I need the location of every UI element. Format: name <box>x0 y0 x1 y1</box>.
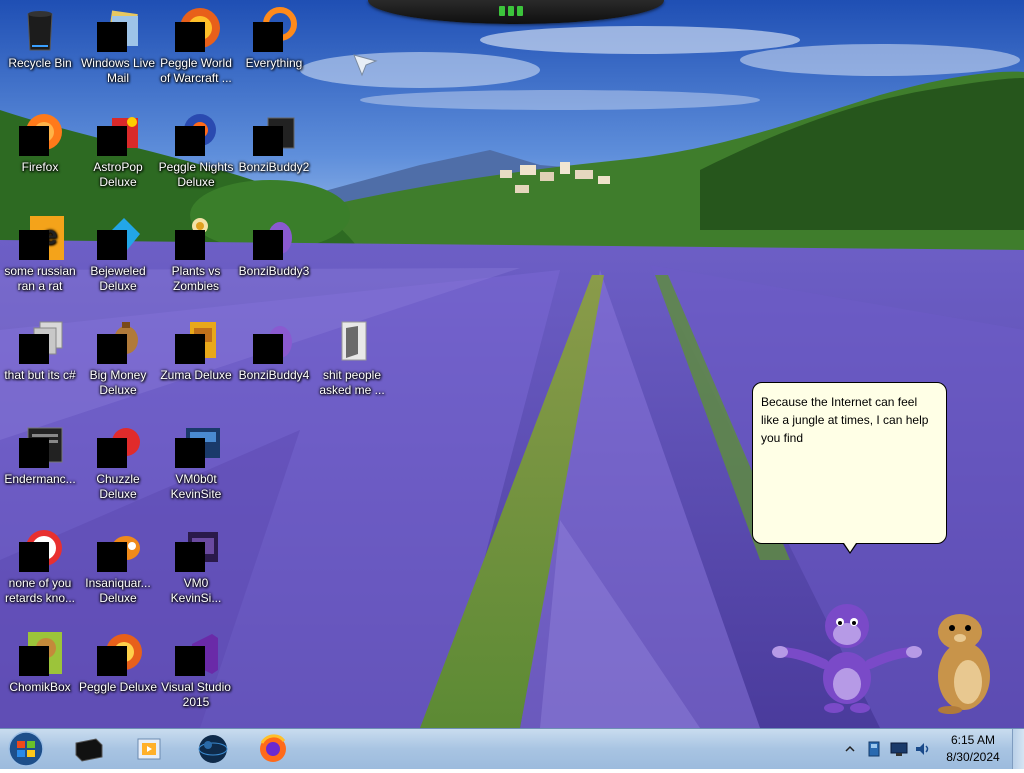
dock-indicator-icon <box>498 6 524 16</box>
speech-bubble-text: Because the Internet can feel like a jun… <box>761 395 929 445</box>
recycle-bin-icon <box>16 6 64 54</box>
media-player-icon <box>75 738 103 762</box>
mouse-cursor-icon <box>353 54 378 77</box>
peggle-nights-icon <box>172 110 220 158</box>
desktop-icon-astropop[interactable]: AstroPop Deluxe <box>78 110 158 190</box>
desktop-icon-windows-live-mail[interactable]: Windows Live Mail <box>78 6 158 86</box>
desktop-icon-big-money[interactable]: Big Money Deluxe <box>78 318 158 398</box>
desktop-icon-peggle-nights[interactable]: Peggle Nights Deluxe <box>156 110 236 190</box>
clock-time: 6:15 AM <box>950 733 996 747</box>
desktop-icon-endermanc[interactable]: Endermanc... <box>0 422 80 487</box>
insaniquarium-icon <box>94 526 142 574</box>
taskbar-clock[interactable]: 6:15 AM 8/30/2024 <box>940 732 1006 766</box>
desktop-icon-peggle-deluxe[interactable]: Peggle Deluxe <box>78 630 158 695</box>
app-window-icon <box>16 422 64 470</box>
peggle-deluxe-icon <box>94 630 142 678</box>
desktop-icon-chuzzle[interactable]: Chuzzle Deluxe <box>78 422 158 502</box>
everything-search-icon <box>250 6 298 54</box>
slideshow-icon <box>137 738 161 760</box>
clock-date: 8/30/2024 <box>946 750 1000 764</box>
bonzibuddy-character[interactable] <box>772 596 922 716</box>
bonzibuddy-folder-icon <box>250 110 298 158</box>
vm-icon <box>172 526 220 574</box>
app-icon <box>16 526 64 574</box>
folder-icon <box>328 318 376 366</box>
monitor-icon[interactable] <box>890 741 908 757</box>
desktop-icon-shit-people-asked-me[interactable]: shit people asked me ... <box>312 318 392 398</box>
chuzzle-icon <box>94 422 142 470</box>
bonzibuddy-icon <box>250 318 298 366</box>
desktop-icon-recycle-bin[interactable]: Recycle Bin <box>0 6 80 71</box>
bonzibuddy-icon <box>250 214 298 262</box>
desktop-icon-bejeweled[interactable]: Bejeweled Deluxe <box>78 214 158 294</box>
desktop-icon-bonzibuddy3[interactable]: BonziBuddy3 <box>234 214 314 279</box>
volume-icon[interactable] <box>914 740 932 758</box>
plants-vs-zombies-icon <box>172 214 220 262</box>
windows-start-icon <box>8 731 44 767</box>
taskbar-pin-media-player[interactable] <box>72 733 106 765</box>
desktop-icon-insaniquarium[interactable]: Insaniquar... Deluxe <box>78 526 158 606</box>
windows-live-mail-icon <box>94 6 142 54</box>
desktop-icon-vm0b0t-kevinsite[interactable]: VM0b0t KevinSite <box>156 422 236 502</box>
taskbar: 6:15 AM 8/30/2024 <box>0 728 1024 769</box>
desktop-icon-chomikbox[interactable]: ChomikBox <box>0 630 80 695</box>
taskbar-pin-firefox[interactable] <box>256 733 290 765</box>
astropop-icon <box>94 110 142 158</box>
desktop-icon-peggle-world-of-warcraft[interactable]: Peggle World of Warcraft ... <box>156 6 236 86</box>
chomikbox-icon <box>16 630 64 678</box>
desktop-icon-plants-vs-zombies[interactable]: Plants vs Zombies <box>156 214 236 294</box>
visual-studio-icon <box>172 630 220 678</box>
vm-icon <box>172 422 220 470</box>
desktop-icon-firefox[interactable]: Firefox <box>0 110 80 175</box>
bejeweled-icon <box>94 214 142 262</box>
bonzi-speech-bubble[interactable]: Because the Internet can feel like a jun… <box>752 382 947 554</box>
desktop-icon-that-but-its-c[interactable]: that but its c# <box>0 318 80 383</box>
desktop-icon-bonzibuddy2[interactable]: BonziBuddy2 <box>234 110 314 175</box>
desktop-icon-bonzibuddy4[interactable]: BonziBuddy4 <box>234 318 314 383</box>
file-icon: e <box>16 214 64 262</box>
show-desktop-button[interactable] <box>1012 729 1024 769</box>
big-money-icon <box>94 318 142 366</box>
desktop-icon-visual-studio[interactable]: Visual Studio 2015 <box>156 630 236 710</box>
files-stack-icon <box>16 318 64 366</box>
taskbar-pin-globe[interactable] <box>196 733 230 765</box>
desktop-icon-some-russian-ran-a-rat[interactable]: e some russian ran a rat <box>0 214 80 294</box>
desktop-icon-none-of-you[interactable]: none of you retards kno... <box>0 526 80 606</box>
desktop-icon-zuma[interactable]: Zuma Deluxe <box>156 318 236 383</box>
globe-browser-icon <box>198 735 228 763</box>
desktop-icon-everything[interactable]: Everything <box>234 6 314 71</box>
firefox-icon <box>260 734 286 762</box>
show-hidden-icons-chevron[interactable] <box>845 744 855 754</box>
taskbar-pin-slideshow[interactable] <box>132 733 166 765</box>
firefox-icon <box>16 110 64 158</box>
peggle-world-of-warcraft-icon <box>172 6 220 54</box>
zuma-icon <box>172 318 220 366</box>
start-button[interactable] <box>6 730 46 768</box>
hamster-character[interactable] <box>930 610 996 714</box>
network-device-icon[interactable] <box>866 740 882 758</box>
desktop-icon-vm0-kevinsi[interactable]: VM0 KevinSi... <box>156 526 236 606</box>
